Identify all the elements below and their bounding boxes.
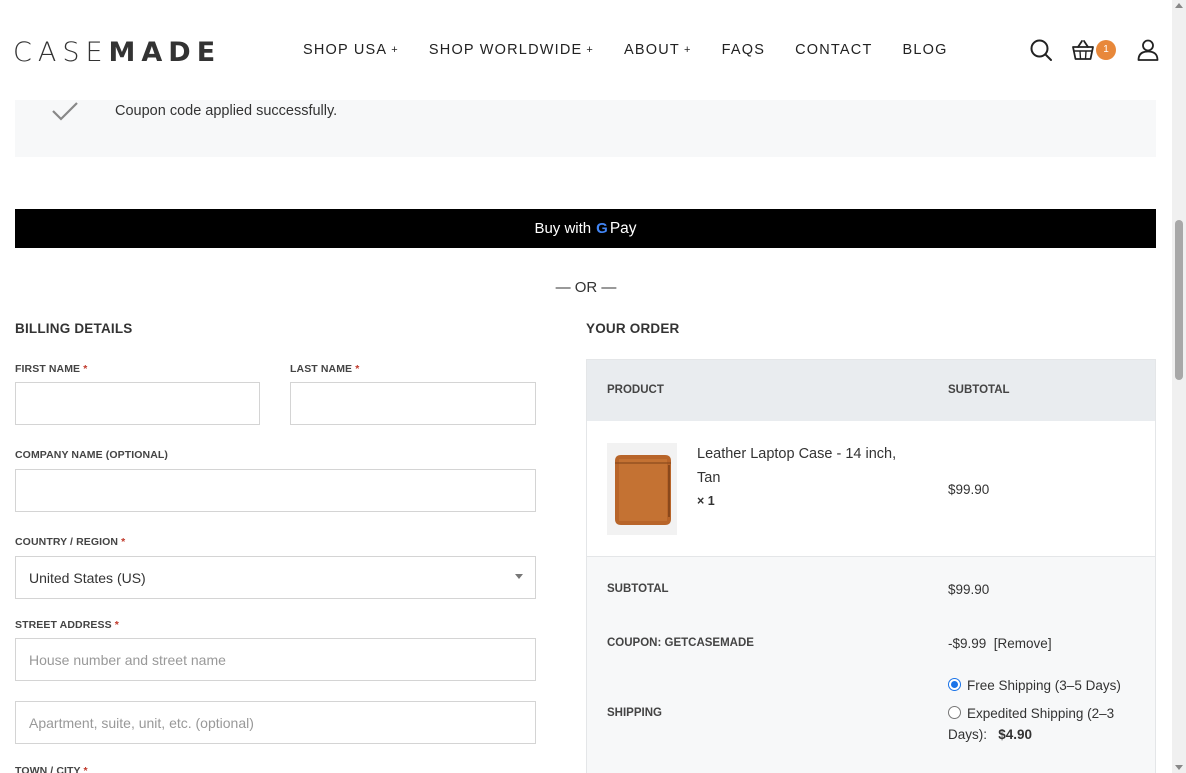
cart-count-badge: 1: [1096, 40, 1116, 60]
company-name-input[interactable]: [15, 469, 536, 512]
scroll-down-arrow-icon[interactable]: [1175, 765, 1183, 770]
nav-label: SHOP USA: [303, 42, 388, 58]
free-shipping-radio[interactable]: [948, 678, 961, 691]
first-name-label: FIRST NAME *: [15, 363, 88, 375]
country-selected-value: United States (US): [29, 569, 146, 586]
street-address-placeholder: House number and street name: [29, 651, 226, 668]
logo-text-bold: MADE: [108, 37, 222, 68]
logo-text-light: CASE: [13, 37, 109, 68]
remove-coupon-link[interactable]: [Remove]: [994, 636, 1052, 651]
nav-contact[interactable]: CONTACT: [795, 42, 872, 58]
nav-shop-worldwide[interactable]: SHOP WORLDWIDE +: [429, 42, 594, 58]
order-table-header: PRODUCT SUBTOTAL: [587, 360, 1155, 421]
col-header-product: PRODUCT: [607, 384, 664, 396]
google-g-icon: G: [596, 220, 608, 237]
logo[interactable]: CASEMADE: [13, 37, 221, 68]
gpay-buy-with-label: Buy with: [534, 220, 592, 237]
expedited-shipping-price: $4.90: [998, 727, 1033, 742]
street-address-input[interactable]: House number and street name: [15, 638, 536, 681]
nav-about[interactable]: ABOUT +: [624, 42, 692, 58]
shipping-label: SHIPPING: [607, 707, 662, 719]
coupon-success-notice: Coupon code applied successfully.: [15, 100, 1156, 157]
expedited-shipping-label[interactable]: Expedited Shipping (2–3: [967, 706, 1114, 721]
expedited-shipping-label-cont[interactable]: Days): $4.90: [948, 727, 1032, 742]
last-name-input[interactable]: [290, 382, 536, 425]
billing-details-heading: BILLING DETAILS: [15, 321, 133, 336]
nav-label: BLOG: [902, 42, 948, 58]
cart-basket-icon[interactable]: [1071, 38, 1095, 62]
scrollbar-thumb[interactable]: [1175, 220, 1183, 380]
your-order-heading: YOUR ORDER: [586, 321, 680, 336]
nav-label: CONTACT: [795, 42, 873, 58]
apartment-input[interactable]: Apartment, suite, unit, etc. (optional): [15, 701, 536, 744]
company-name-label: COMPANY NAME (OPTIONAL): [15, 449, 168, 461]
col-header-subtotal: SUBTOTAL: [948, 384, 1010, 396]
country-label: COUNTRY / REGION *: [15, 536, 126, 548]
checkmark-icon: [52, 102, 78, 121]
nav-label: ABOUT: [624, 42, 680, 58]
product-name[interactable]: Leather Laptop Case - 14 inch, Tan: [697, 442, 896, 490]
coupon-label: COUPON: GETCASEMADE: [607, 637, 754, 649]
main-nav: SHOP USA + SHOP WORLDWIDE + ABOUT + FAQS CO…: [303, 42, 978, 58]
product-thumbnail[interactable]: [607, 443, 677, 535]
notice-message: Coupon code applied successfully.: [115, 103, 338, 119]
nav-shop-usa[interactable]: SHOP USA +: [303, 42, 399, 58]
last-name-label: LAST NAME *: [290, 363, 360, 375]
nav-expand-icon: +: [391, 44, 399, 56]
subtotal-value: $99.90: [948, 582, 990, 597]
gpay-pay-label: Pay: [609, 219, 637, 237]
expedited-shipping-radio[interactable]: [948, 706, 961, 719]
town-city-label: TOWN / CITY *: [15, 765, 88, 773]
scroll-up-arrow-icon[interactable]: [1175, 3, 1183, 8]
nav-faqs[interactable]: FAQS: [722, 42, 765, 58]
order-review-table: PRODUCT SUBTOTAL Leather Laptop Case - 1…: [586, 359, 1156, 773]
subtotal-label: SUBTOTAL: [607, 583, 669, 595]
nav-blog[interactable]: BLOG: [903, 42, 948, 58]
or-divider: — OR —: [555, 279, 617, 296]
first-name-input[interactable]: [15, 382, 260, 425]
product-subtotal: $99.90: [948, 482, 990, 497]
apartment-placeholder: Apartment, suite, unit, etc. (optional): [29, 714, 254, 731]
page-scrollbar[interactable]: [1172, 0, 1186, 773]
coupon-discount-value: -$9.99: [948, 636, 987, 651]
free-shipping-label[interactable]: Free Shipping (3–5 Days): [967, 678, 1121, 693]
search-icon[interactable]: [1029, 38, 1053, 62]
dropdown-arrow-icon: [515, 574, 523, 579]
nav-expand-icon: +: [586, 44, 595, 56]
order-item-row: Leather Laptop Case - 14 inch, Tan × 1 $…: [587, 421, 1155, 557]
product-quantity: × 1: [697, 494, 715, 508]
coupon-discount: -$9.99 [Remove]: [948, 636, 1052, 651]
country-select[interactable]: United States (US): [15, 556, 536, 599]
account-icon[interactable]: [1136, 38, 1160, 62]
site-header: CASEMADE SHOP USA + SHOP WORLDWIDE + ABOUT…: [0, 0, 1172, 100]
street-address-label: STREET ADDRESS *: [15, 619, 119, 631]
order-totals: SUBTOTAL $99.90 COUPON: GETCASEMADE -$9.…: [587, 557, 1155, 773]
google-pay-button[interactable]: Buy with G Pay: [15, 209, 1156, 248]
nav-label: SHOP WORLDWIDE: [428, 42, 583, 58]
nav-expand-icon: +: [683, 44, 692, 56]
nav-label: FAQS: [721, 42, 766, 58]
